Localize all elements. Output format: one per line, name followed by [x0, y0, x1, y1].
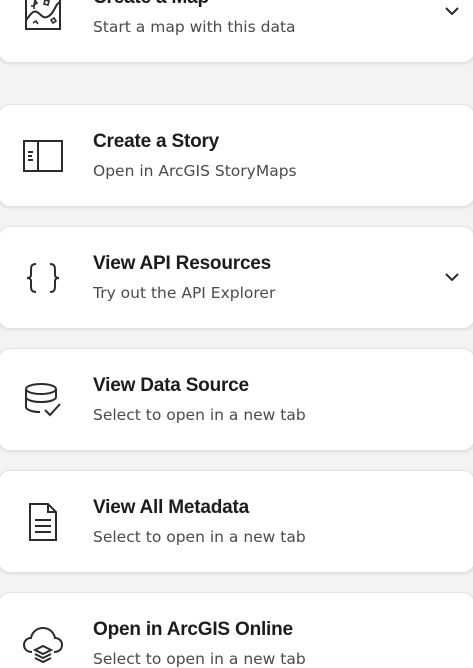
- document-icon: [21, 500, 65, 544]
- chevron-down-icon[interactable]: [444, 272, 460, 282]
- create-map-title: Create a Map: [93, 0, 296, 10]
- curly-braces-icon: [21, 256, 65, 300]
- view-data-source-subtitle: Select to open in a new tab: [93, 405, 306, 424]
- create-story-card[interactable]: Create a Story Open in ArcGIS StoryMaps: [0, 104, 473, 207]
- open-in-arcgis-online-subtitle: Select to open in a new tab: [93, 649, 306, 668]
- database-check-icon: [21, 378, 65, 422]
- view-api-resources-card[interactable]: View API Resources Try out the API Explo…: [0, 226, 473, 329]
- actions-panel: Create a Map Start a map with this data …: [0, 0, 473, 668]
- create-map-card[interactable]: Create a Map Start a map with this data: [0, 0, 473, 63]
- view-all-metadata-title: View All Metadata: [93, 496, 250, 518]
- view-data-source-title: View Data Source: [93, 374, 249, 396]
- create-map-subtitle: Start a map with this data: [93, 17, 296, 36]
- map-icon: [21, 0, 65, 34]
- create-story-subtitle: Open in ArcGIS StoryMaps: [93, 161, 297, 180]
- create-story-title: Create a Story: [93, 130, 220, 152]
- cloud-layers-icon: [21, 622, 65, 666]
- view-all-metadata-subtitle: Select to open in a new tab: [93, 527, 306, 546]
- open-in-arcgis-online-title: Open in ArcGIS Online: [93, 618, 293, 640]
- chevron-down-icon[interactable]: [444, 6, 460, 16]
- view-all-metadata-card[interactable]: View All Metadata Select to open in a ne…: [0, 470, 473, 573]
- view-api-resources-title: View API Resources: [93, 252, 272, 274]
- view-api-resources-subtitle: Try out the API Explorer: [93, 283, 276, 302]
- view-data-source-card[interactable]: View Data Source Select to open in a new…: [0, 348, 473, 451]
- storymap-icon: [21, 134, 65, 178]
- open-in-arcgis-online-card[interactable]: Open in ArcGIS Online Select to open in …: [0, 592, 473, 668]
